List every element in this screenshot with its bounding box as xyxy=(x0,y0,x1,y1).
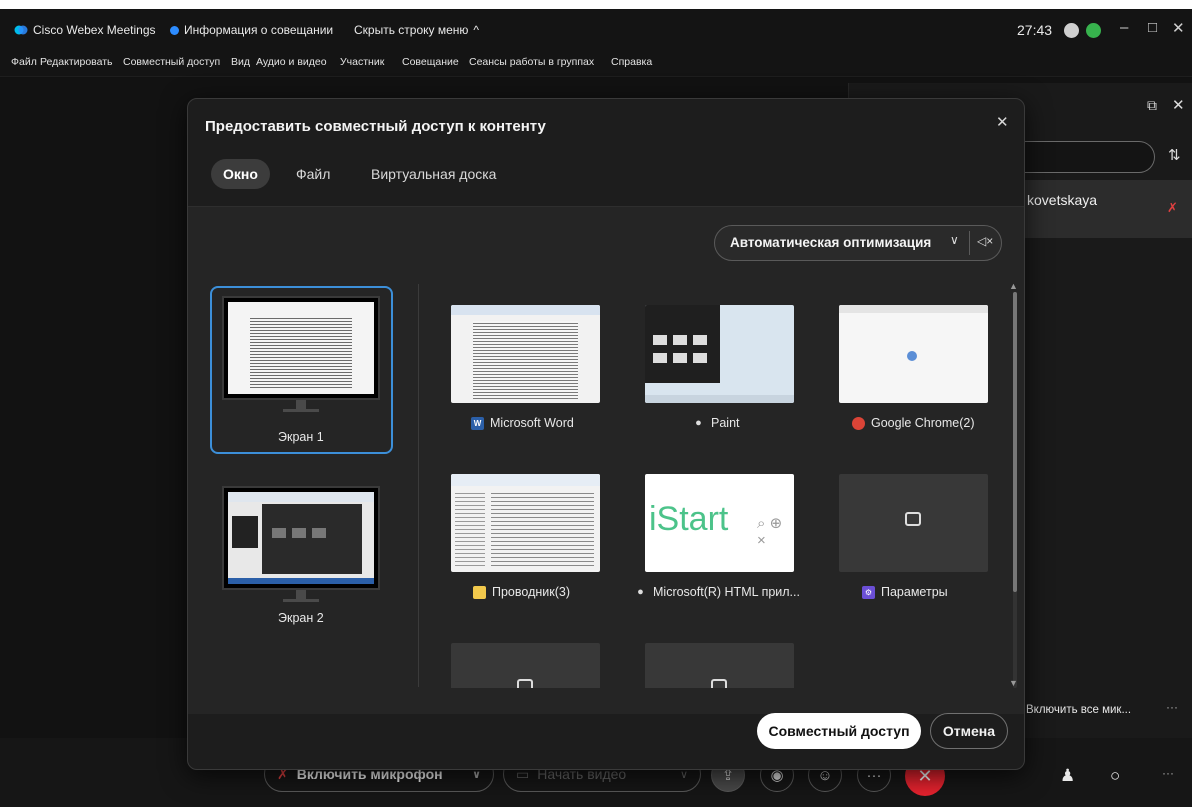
tab-file[interactable]: Файл xyxy=(296,159,330,189)
webex-logo-icon xyxy=(14,25,28,35)
window-explorer-thumbnail[interactable] xyxy=(451,474,600,572)
window-word-thumbnail[interactable] xyxy=(451,305,600,403)
chevron-up-icon: ^ xyxy=(473,23,480,37)
close-window-button[interactable]: ✕ xyxy=(1172,19,1185,37)
search-icon: ● xyxy=(637,586,644,598)
webex-app-window: Cisco Webex Meetings Информация о совеща… xyxy=(0,0,1192,807)
top-border xyxy=(0,0,1192,9)
window-chrome-thumbnail[interactable] xyxy=(839,305,988,403)
share-button[interactable]: Совместный доступ xyxy=(757,713,921,749)
menu-meeting[interactable]: Совещание xyxy=(402,56,459,68)
menu-file[interactable]: Файл xyxy=(11,56,37,68)
sort-icon[interactable]: ⇅ xyxy=(1168,146,1181,164)
window-settings-thumbnail[interactable] xyxy=(839,474,988,572)
participant-search-input[interactable] xyxy=(1020,141,1155,173)
popout-icon[interactable]: ⧉ xyxy=(1147,97,1157,114)
screen-2-thumbnail xyxy=(222,486,380,590)
title-bar: Cisco Webex Meetings Информация о совеща… xyxy=(0,9,1192,49)
window-explorer-label[interactable]: Проводник(3) xyxy=(473,585,570,599)
more-panels-button[interactable]: ··· xyxy=(1162,766,1174,780)
scrollbar-thumb[interactable] xyxy=(1013,292,1017,592)
chevron-down-icon: ∨ xyxy=(950,233,959,247)
scroll-down-icon[interactable]: ▼ xyxy=(1009,678,1018,688)
monitor-base xyxy=(283,409,319,412)
window-html-app-name: Microsoft(R) HTML прил... xyxy=(653,585,800,599)
menu-participant[interactable]: Участник xyxy=(340,56,384,68)
share-content-area xyxy=(188,206,1024,714)
scroll-up-icon[interactable]: ▲ xyxy=(1009,281,1018,291)
menu-help[interactable]: Справка xyxy=(611,56,652,68)
optimization-selected: Автоматическая оптимизация xyxy=(730,235,932,250)
window-extra-2-thumbnail[interactable] xyxy=(645,643,794,688)
settings-icon: ⚙ xyxy=(862,585,875,599)
close-panel-icon[interactable]: ✕ xyxy=(1172,96,1185,114)
cancel-button[interactable]: Отмена xyxy=(930,713,1008,749)
app-name: Cisco Webex Meetings xyxy=(33,23,156,37)
window-extra-1-thumbnail[interactable] xyxy=(451,643,600,688)
dialog-title: Предоставить совместный доступ к контент… xyxy=(205,118,546,135)
tab-window-label: Окно xyxy=(223,166,258,182)
minimize-button[interactable]: – xyxy=(1120,19,1128,36)
panel-more-button[interactable]: ··· xyxy=(1166,700,1178,714)
menu-audio-video[interactable]: Аудио и видео xyxy=(256,56,327,68)
window-paint-thumbnail[interactable] xyxy=(645,305,794,403)
participants-icon[interactable]: ♟ xyxy=(1060,766,1075,786)
meeting-info-button[interactable]: Информация о совещании xyxy=(170,23,333,37)
unmute-all-button[interactable]: Включить все мик... xyxy=(1026,704,1131,716)
explorer-icon xyxy=(473,585,486,599)
menu-view[interactable]: Вид xyxy=(231,56,250,68)
screens-divider xyxy=(418,284,419,687)
window-paint-label[interactable]: ● Paint xyxy=(692,416,740,430)
maximize-button[interactable]: □ xyxy=(1148,19,1157,36)
hide-menu-button[interactable]: Скрыть строку меню ^ xyxy=(354,23,479,37)
hide-menu-label: Скрыть строку меню xyxy=(354,23,469,37)
paint-icon: ● xyxy=(695,417,702,429)
tab-window[interactable]: Окно xyxy=(211,159,270,189)
screen-2-label: Экран 2 xyxy=(278,611,324,625)
tab-whiteboard-label: Виртуальная доска xyxy=(371,166,497,182)
dialog-close-icon[interactable]: ✕ xyxy=(996,113,1009,131)
muted-mic-icon[interactable]: ✗ xyxy=(1167,200,1178,216)
window-word-name: Microsoft Word xyxy=(490,416,574,430)
window-settings-name: Параметры xyxy=(881,585,948,599)
window-explorer-name: Проводник(3) xyxy=(492,585,570,599)
menu-share[interactable]: Совместный доступ xyxy=(123,56,220,68)
istart-logo-text: iStart xyxy=(649,500,729,538)
monitor-base xyxy=(283,599,319,602)
window-chrome-label[interactable]: Google Chrome(2) xyxy=(852,416,975,430)
screen-1-thumbnail xyxy=(222,296,380,400)
tab-whiteboard[interactable]: Виртуальная доска xyxy=(371,159,496,189)
window-word-label[interactable]: W Microsoft Word xyxy=(471,416,574,430)
meeting-timer: 27:43 xyxy=(1017,22,1053,38)
chrome-icon xyxy=(852,416,865,430)
tab-file-label: Файл xyxy=(296,166,331,182)
word-icon: W xyxy=(471,416,484,430)
menu-breakout[interactable]: Сеансы работы в группах xyxy=(469,56,594,68)
window-html-app-thumbnail[interactable]: iStart ⌕ ⊕ × xyxy=(645,474,794,572)
chat-icon[interactable]: ○ xyxy=(1110,766,1120,786)
screen-1-label: Экран 1 xyxy=(278,430,324,444)
app-title: Cisco Webex Meetings xyxy=(14,23,156,37)
window-paint-name: Paint xyxy=(711,416,740,430)
window-html-app-label[interactable]: ● Microsoft(R) HTML прил... xyxy=(634,585,800,599)
menu-edit[interactable]: Редактировать xyxy=(40,56,113,68)
window-settings-label[interactable]: ⚙ Параметры xyxy=(862,585,948,599)
speaker-mute-icon[interactable]: ◁× xyxy=(977,234,993,248)
participant-name: kovetskaya xyxy=(1027,192,1098,208)
connection-icon[interactable] xyxy=(1064,23,1079,38)
avatar[interactable] xyxy=(1086,23,1101,38)
menu-bar: Файл Редактировать Совместный доступ Вид… xyxy=(0,49,1192,77)
window-chrome-name: Google Chrome(2) xyxy=(871,416,975,430)
meeting-info-label: Информация о совещании xyxy=(184,23,334,37)
optimization-separator xyxy=(969,231,970,255)
info-icon xyxy=(170,25,179,35)
